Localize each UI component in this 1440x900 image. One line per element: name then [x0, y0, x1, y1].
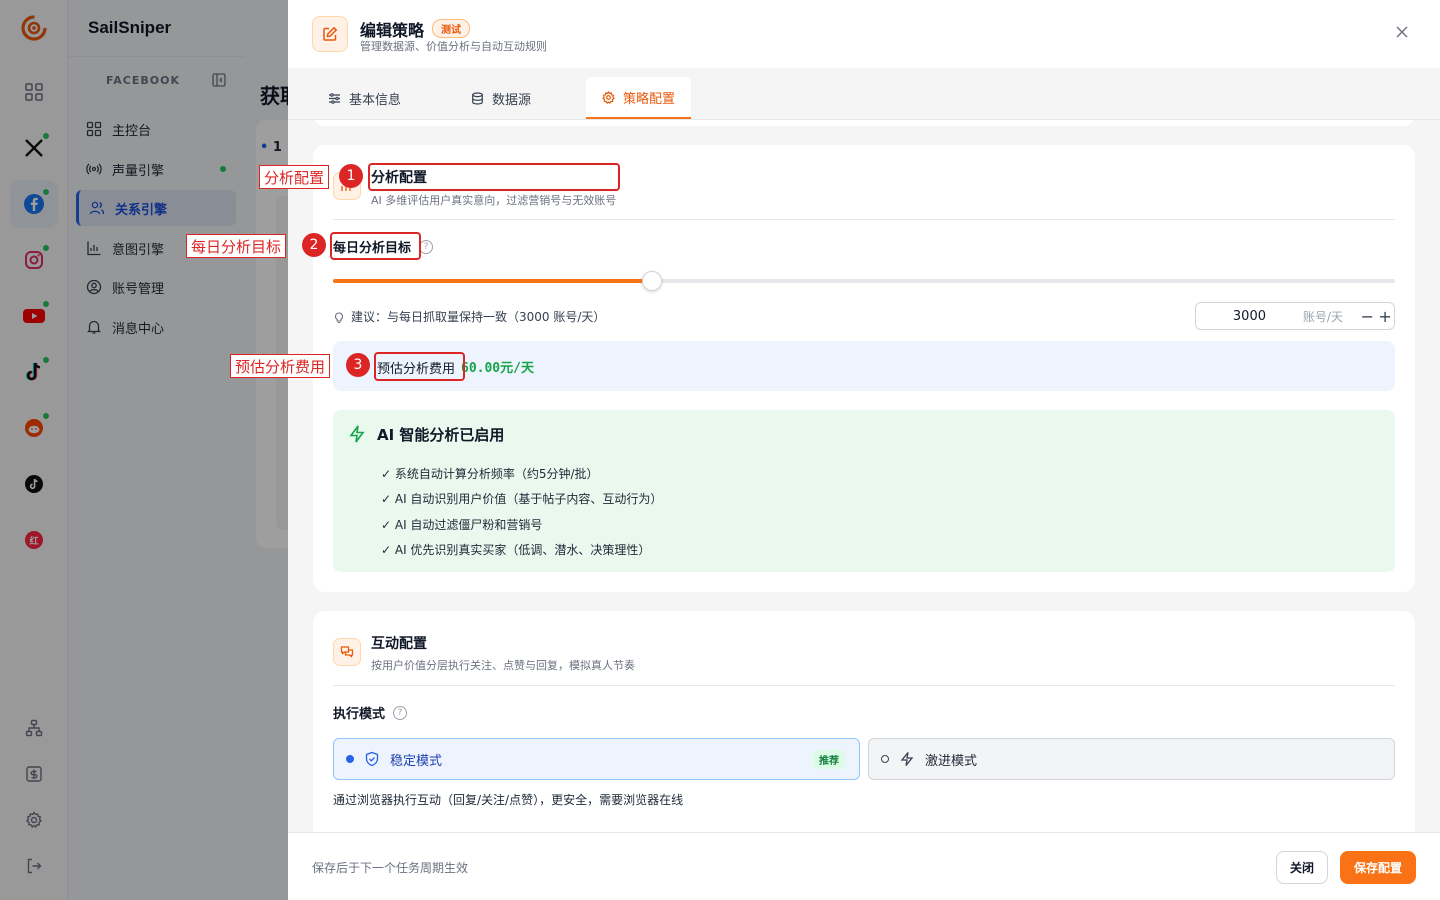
- section-divider: [333, 685, 1395, 686]
- ai-feature-item: ✓ AI 优先识别真实买家（低调、潜水、决策理性）: [381, 543, 651, 557]
- ai-feature-item: ✓ 系统自动计算分析频率（约5分钟/批）: [381, 467, 599, 481]
- lightbulb-icon: [334, 311, 344, 323]
- interaction-config-card: 互动配置 按用户价值分层执行关注、点赞与回复，模拟真人节奏 执行模式 ? 稳定模…: [313, 611, 1415, 832]
- plus-icon[interactable]: +: [1376, 307, 1394, 326]
- mode-description: 通过浏览器执行互动（回复/关注/点赞），更安全，需要浏览器在线: [333, 793, 684, 807]
- cost-estimate-box: 预估分析费用 60.00元/天: [333, 341, 1395, 391]
- radio-unselected: [881, 755, 889, 763]
- ai-enabled-title: AI 智能分析已启用: [377, 426, 505, 444]
- section-divider: [333, 219, 1395, 220]
- close-icon[interactable]: [1394, 24, 1410, 40]
- sliders-icon: [329, 92, 340, 104]
- annotation-highlight: [330, 232, 421, 260]
- ai-feature-item: ✓ AI 自动识别用户价值（基于帖子内容、互动行为）: [381, 492, 663, 506]
- shield-icon: [365, 751, 379, 767]
- daily-target-unit: 账号/天: [1302, 309, 1343, 324]
- daily-target-slider[interactable]: [333, 271, 1395, 291]
- annotation-label: 分析配置: [259, 165, 330, 189]
- edit-icon: [312, 16, 348, 52]
- help-icon[interactable]: ?: [393, 705, 408, 720]
- tab-label: 策略配置: [623, 91, 676, 107]
- aggressive-mode-label: 激进模式: [925, 753, 978, 769]
- annotation-highlight: [368, 163, 620, 191]
- drawer-subtitle: 管理数据源、价值分析与自动互动规则: [360, 40, 547, 53]
- ai-enabled-box: AI 智能分析已启用 ✓ 系统自动计算分析频率（约5分钟/批） ✓ AI 自动识…: [333, 410, 1395, 572]
- cost-value: 60.00元/天: [461, 361, 534, 376]
- drawer-body[interactable]: 分析配置 AI 多维评估用户真实意向，过滤营销号与无效账号 每日分析目标 ? 建…: [288, 120, 1440, 832]
- daily-target-value[interactable]: 3000: [1196, 309, 1303, 324]
- stable-mode-option[interactable]: 稳定模式 推荐: [333, 738, 860, 780]
- edit-strategy-drawer: 编辑策略 测试 管理数据源、价值分析与自动互动规则 基本信息 数据源 策略配置 …: [288, 0, 1440, 900]
- save-button[interactable]: 保存配置: [1340, 851, 1416, 884]
- suggestion-text: 建议：与每日抓取量保持一致（3000 账号/天）: [351, 310, 606, 324]
- tab-basic-info[interactable]: 基本信息: [312, 77, 417, 119]
- annotation-number: 3: [346, 353, 370, 377]
- test-badge: 测试: [432, 19, 470, 38]
- close-button[interactable]: 关闭: [1276, 851, 1328, 884]
- lightning-icon: [900, 752, 914, 766]
- analysis-config-card: 分析配置 AI 多维评估用户真实意向，过滤营销号与无效账号 每日分析目标 ? 建…: [313, 145, 1415, 592]
- tab-label: 基本信息: [349, 92, 402, 108]
- daily-target-stepper[interactable]: 3000 账号/天 − +: [1195, 302, 1395, 330]
- previous-card: [313, 120, 1415, 126]
- aggressive-mode-option[interactable]: 激进模式: [868, 738, 1395, 780]
- footer-note: 保存后于下一个任务周期生效: [312, 861, 469, 875]
- slider-fill: [333, 279, 652, 283]
- tab-data-source[interactable]: 数据源: [455, 77, 547, 119]
- drawer-footer: 保存后于下一个任务周期生效 关闭 保存配置: [288, 832, 1440, 900]
- interaction-section-title: 互动配置: [371, 636, 427, 652]
- slider-thumb[interactable]: [641, 271, 662, 291]
- tab-strategy-config[interactable]: 策略配置: [586, 77, 692, 119]
- drawer-header: 编辑策略 测试 管理数据源、价值分析与自动互动规则: [288, 0, 1440, 68]
- annotation-label: 预估分析费用: [230, 354, 331, 378]
- annotation-number: 1: [339, 164, 363, 188]
- execution-mode-label: 执行模式 ?: [333, 703, 408, 722]
- ai-feature-item: ✓ AI 自动过滤僵尸粉和营销号: [381, 518, 543, 532]
- help-icon[interactable]: ?: [419, 239, 434, 254]
- database-icon: [472, 91, 483, 105]
- interaction-section-subtitle: 按用户价值分层执行关注、点赞与回复，模拟真人节奏: [371, 659, 635, 672]
- analysis-section-subtitle: AI 多维评估用户真实意向，过滤营销号与无效账号: [371, 194, 617, 207]
- recommended-badge: 推荐: [813, 749, 845, 769]
- stable-mode-label: 稳定模式: [390, 753, 443, 769]
- annotation-number: 2: [302, 233, 326, 257]
- suggestion-tip: 建议：与每日抓取量保持一致（3000 账号/天）: [333, 308, 605, 325]
- lightning-icon: [347, 424, 367, 448]
- modal-overlay[interactable]: [0, 0, 288, 900]
- annotation-highlight: [374, 352, 465, 381]
- annotation-label: 每日分析目标: [186, 234, 287, 258]
- gear-icon: [602, 90, 615, 104]
- chat-icon: [333, 638, 361, 666]
- minus-icon[interactable]: −: [1358, 307, 1376, 326]
- radio-selected: [346, 755, 354, 763]
- tab-label: 数据源: [492, 92, 532, 108]
- drawer-tabs: 基本信息 数据源 策略配置: [288, 68, 1440, 120]
